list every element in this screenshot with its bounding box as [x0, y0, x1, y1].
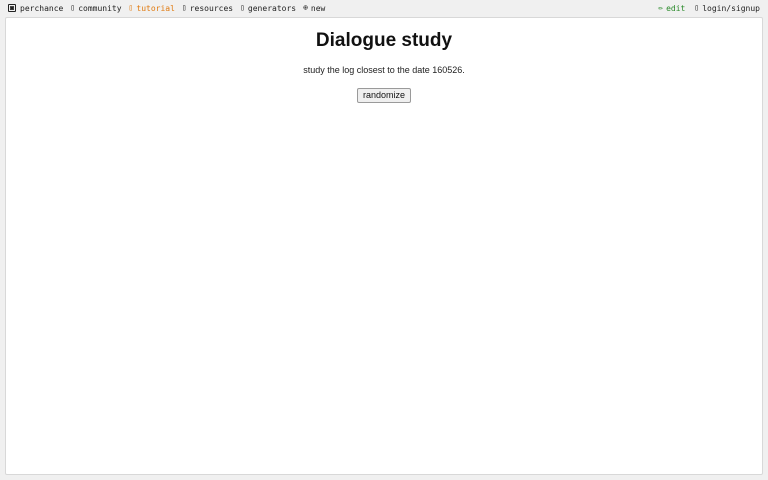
generator-frame: Dialogue study study the log closest to …: [5, 17, 763, 475]
nav-edit-label: edit: [666, 3, 686, 13]
top-nav-bar: perchance ▯ community ▯ tutorial ▯ resou…: [0, 0, 768, 16]
nav-new[interactable]: ⊕ new: [303, 4, 325, 13]
nav-left: perchance ▯ community ▯ tutorial ▯ resou…: [8, 0, 332, 16]
nav-generators-label: generators: [247, 3, 297, 13]
nav-generators[interactable]: ▯ generators: [240, 4, 296, 13]
nav-resources-label: resources: [189, 3, 234, 13]
dice-icon: [8, 4, 16, 12]
nav-login[interactable]: ▯ login/signup: [694, 4, 760, 13]
user-icon: ▯: [694, 3, 700, 12]
button-row: randomize: [6, 85, 762, 103]
generator-output: study the log closest to the date 160526…: [303, 65, 465, 75]
box-icon: ▯: [181, 3, 187, 12]
randomize-button[interactable]: randomize: [356, 88, 412, 103]
nav-community-label: community: [78, 3, 122, 13]
nav-perchance[interactable]: perchance: [8, 4, 63, 13]
book-icon: ▯: [128, 3, 134, 12]
plus-circle-icon: ⊕: [303, 3, 308, 12]
nav-perchance-label: perchance: [20, 3, 64, 13]
page-title: Dialogue study: [315, 30, 453, 51]
pencil-icon: ✏: [658, 3, 664, 12]
grid-icon: ▯: [240, 3, 245, 12]
nav-tutorial[interactable]: ▯ tutorial: [129, 4, 175, 13]
nav-edit[interactable]: ✏ edit: [658, 4, 685, 13]
nav-login-label: login/signup: [702, 3, 760, 13]
nav-tutorial-label: tutorial: [136, 3, 175, 13]
people-icon: ▯: [70, 3, 76, 12]
nav-resources[interactable]: ▯ resources: [182, 4, 233, 13]
nav-community[interactable]: ▯ community: [70, 4, 121, 13]
nav-right: ✏ edit ▯ login/signup: [649, 0, 760, 16]
nav-new-label: new: [310, 3, 326, 13]
